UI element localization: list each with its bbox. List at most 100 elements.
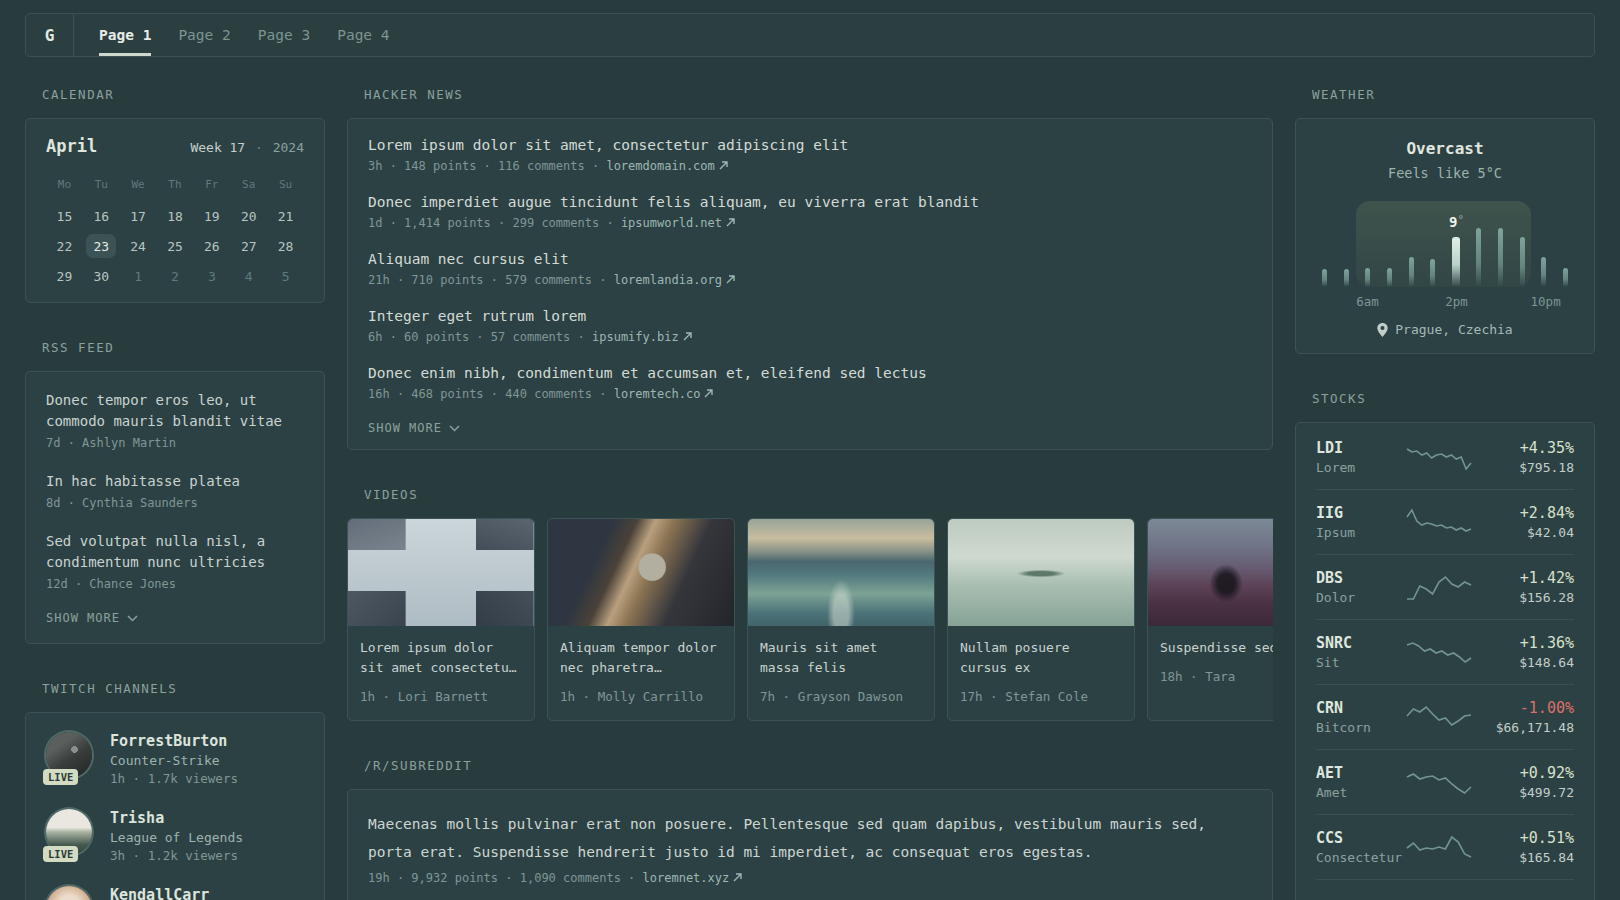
rss-item-title[interactable]: In hac habitasse platea <box>46 471 304 492</box>
stock-price: $66,171.48 <box>1474 720 1574 735</box>
hackernews-widget-title: HACKER NEWS <box>364 87 1273 102</box>
external-link-icon <box>704 389 713 398</box>
stock-name: Lorem <box>1316 460 1404 475</box>
video-thumbnail[interactable] <box>1148 519 1273 626</box>
twitch-channel-name[interactable]: KendallCarr <box>110 886 209 900</box>
chevron-down-icon <box>449 425 460 432</box>
video-thumbnail[interactable] <box>348 519 534 626</box>
stock-ticker: IIG <box>1316 504 1404 522</box>
hn-item-meta: 6h · 60 points · 57 comments · ipsumify.… <box>368 330 1252 344</box>
calendar-day: 22 <box>46 234 83 258</box>
calendar-day: 17 <box>120 204 157 228</box>
rss-item-meta: 7d · Ashlyn Martin <box>46 436 304 450</box>
calendar-day: 18 <box>157 204 194 228</box>
stock-row: DBSDolor +1.42%$156.28 <box>1316 554 1574 619</box>
video-thumbnail[interactable] <box>748 519 934 626</box>
hn-item-title[interactable]: Donec imperdiet augue tincidunt felis al… <box>368 194 1252 210</box>
stocks-widget-title: STOCKS <box>1312 391 1595 406</box>
external-link-icon <box>719 161 728 170</box>
stock-change: -1.00% <box>1474 699 1574 717</box>
calendar-day: 24 <box>120 234 157 258</box>
twitch-channel: LIVE Trisha League of Legends 3h · 1.2k … <box>46 809 304 863</box>
stock-ticker: DBS <box>1316 569 1404 587</box>
hn-item-domain[interactable]: loremlandia.org <box>614 273 722 287</box>
calendar-day: 16 <box>83 204 120 228</box>
twitch-channel-name[interactable]: ForrestBurton <box>110 732 238 750</box>
left-column: CALENDAR April Week 17 · 2024 MoTuWeThFr… <box>25 87 325 900</box>
dashboard: G Page 1 Page 2 Page 3 Page 4 CALENDAR A… <box>0 0 1620 900</box>
weather-widget: WEATHER Overcast Feels like 5°C 9° 6am 2… <box>1295 87 1595 354</box>
hn-item: Aliquam nec cursus elit 21h · 710 points… <box>368 251 1252 287</box>
hn-item-title[interactable]: Donec enim nibh, condimentum et accumsan… <box>368 365 1252 381</box>
hn-item-domain[interactable]: loremdomain.com <box>606 159 714 173</box>
calendar-day: 21 <box>267 204 304 228</box>
twitch-channel-category[interactable]: League of Legends <box>110 830 243 845</box>
stock-name: Consectetur <box>1316 850 1404 865</box>
location-pin-icon <box>1377 323 1388 337</box>
hn-item-title[interactable]: Integer eget rutrum lorem <box>368 308 1252 324</box>
stock-sparkline <box>1404 832 1474 862</box>
rss-show-more-button[interactable]: SHOW MORE <box>46 611 304 625</box>
stock-sparkline <box>1404 507 1474 537</box>
stock-price: $795.18 <box>1474 460 1574 475</box>
video-title[interactable]: Nullam posuere cursus ex <box>960 638 1122 678</box>
hn-item: Integer eget rutrum lorem 6h · 60 points… <box>368 308 1252 344</box>
video-title[interactable]: Aliquam tempor dolor nec pharetra… <box>560 638 722 678</box>
stocks-widget: STOCKS LDILorem +4.35%$795.18 IIGIpsum +… <box>1295 391 1595 900</box>
live-badge: LIVE <box>43 846 78 862</box>
tab-page-1[interactable]: Page 1 <box>99 14 151 56</box>
external-link-icon <box>726 275 735 284</box>
app-logo[interactable]: G <box>26 14 74 56</box>
chevron-down-icon <box>127 615 138 622</box>
rss-item-title[interactable]: Sed volutpat nulla nisl, a condimentum n… <box>46 531 304 573</box>
video-meta: 7h · Grayson Dawson <box>760 689 922 704</box>
external-link-icon <box>683 332 692 341</box>
hn-item-meta: 21h · 710 points · 579 comments · loreml… <box>368 273 1252 287</box>
video-thumbnail[interactable] <box>948 519 1134 626</box>
twitch-channel: KendallCarr <box>46 886 304 900</box>
tab-page-3[interactable]: Page 3 <box>258 14 310 56</box>
twitch-widget-title: TWITCH CHANNELS <box>42 681 325 696</box>
twitch-channel-meta: 3h · 1.2k viewers <box>110 848 243 863</box>
calendar-week-year: Week 17 · 2024 <box>190 140 304 155</box>
hackernews-widget: HACKER NEWS Lorem ipsum dolor sit amet, … <box>347 87 1273 450</box>
subreddit-post-meta: 19h · 9,932 points · 1,090 comments · lo… <box>368 871 1252 885</box>
stock-sparkline <box>1404 442 1474 472</box>
video-title[interactable]: Lorem ipsum dolor sit amet consectetu… <box>360 638 522 678</box>
tab-page-2[interactable]: Page 2 <box>178 14 230 56</box>
calendar-day: 20 <box>230 204 267 228</box>
rss-item: Donec tempor eros leo, ut commodo mauris… <box>46 390 304 450</box>
hn-item-meta: 3h · 148 points · 116 comments · loremdo… <box>368 159 1252 173</box>
hn-item-domain[interactable]: loremtech.co <box>614 387 701 401</box>
calendar-weekday-row: MoTuWeThFrSaSu <box>46 178 304 191</box>
avatar[interactable] <box>46 886 92 900</box>
subreddit-widget-title: /R/SUBREDDIT <box>364 758 1273 773</box>
stock-row: AHS +0.46% <box>1316 879 1574 900</box>
twitch-channel-category[interactable]: Counter-Strike <box>110 753 238 768</box>
hn-item-domain[interactable]: ipsumify.biz <box>592 330 679 344</box>
calendar-day: 19 <box>193 204 230 228</box>
top-nav: G Page 1 Page 2 Page 3 Page 4 <box>25 13 1595 57</box>
stock-change: +1.42% <box>1474 569 1574 587</box>
video-title[interactable]: Mauris sit amet massa felis <box>760 638 922 678</box>
stock-price: $148.64 <box>1474 655 1574 670</box>
video-card: Lorem ipsum dolor sit amet consectetu… 1… <box>347 518 535 721</box>
hn-item-title[interactable]: Aliquam nec cursus elit <box>368 251 1252 267</box>
rss-item-meta: 8d · Cynthia Saunders <box>46 496 304 510</box>
subreddit-post-text[interactable]: Maecenas mollis pulvinar erat non posuer… <box>368 810 1252 866</box>
video-title[interactable]: Suspendisse sed diam <box>1160 638 1273 658</box>
subreddit-post-domain[interactable]: loremnet.xyz <box>643 871 730 885</box>
rss-item-title[interactable]: Donec tempor eros leo, ut commodo mauris… <box>46 390 304 432</box>
tab-page-4[interactable]: Page 4 <box>337 14 389 56</box>
stock-row: CRNBitcorn -1.00%$66,171.48 <box>1316 684 1574 749</box>
hn-item-title[interactable]: Lorem ipsum dolor sit amet, consectetur … <box>368 137 1252 153</box>
stock-change: +0.92% <box>1474 764 1574 782</box>
stock-price: $499.72 <box>1474 785 1574 800</box>
calendar-day: 25 <box>157 234 194 258</box>
video-thumbnail[interactable] <box>548 519 734 626</box>
twitch-channel-name[interactable]: Trisha <box>110 809 243 827</box>
hn-show-more-button[interactable]: SHOW MORE <box>368 421 1252 435</box>
hn-item-domain[interactable]: ipsumworld.net <box>621 216 722 230</box>
stock-row: SNRCSit +1.36%$148.64 <box>1316 619 1574 684</box>
weather-location: Prague, Czechia <box>1316 322 1574 337</box>
